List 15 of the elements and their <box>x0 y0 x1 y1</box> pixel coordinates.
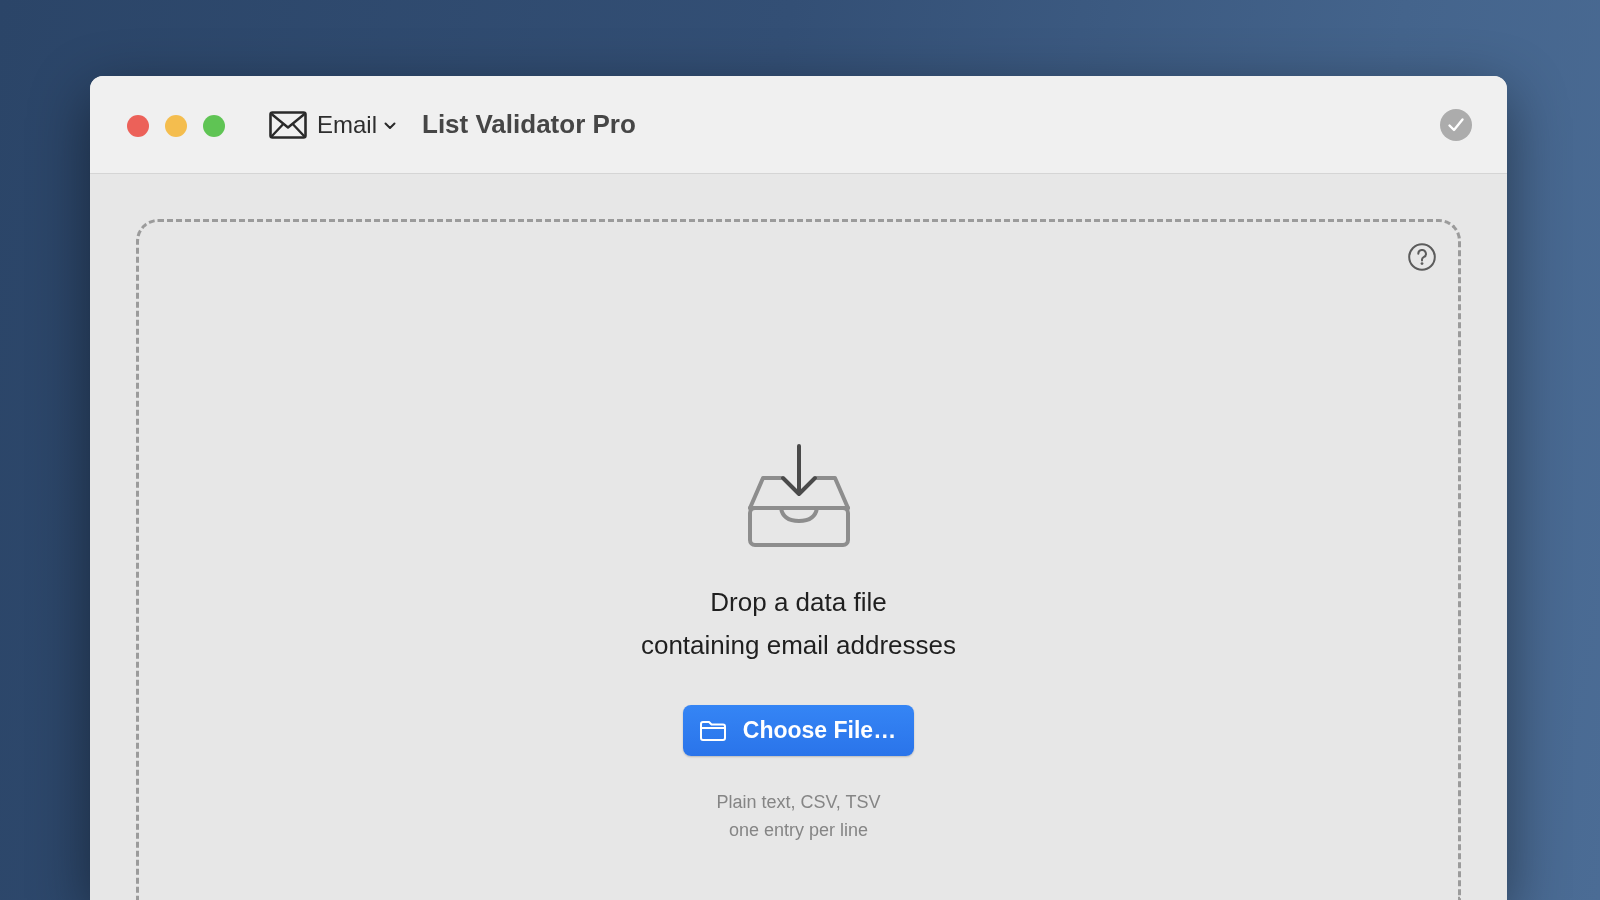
choose-file-button[interactable]: Choose File… <box>682 705 915 756</box>
checkmark-circle-icon[interactable] <box>1440 108 1472 141</box>
file-format-hint: Plain text, CSV, TSV one entry per line <box>716 791 881 842</box>
minimize-button[interactable] <box>165 114 187 137</box>
envelope-icon <box>269 110 307 139</box>
window-title: List Validator Pro <box>422 109 636 140</box>
drop-zone[interactable]: Drop a data file containing email addresses Choose File… Plain text, CSV, TSV one entry per line <box>136 219 1461 900</box>
inbox-download-icon <box>746 444 851 548</box>
mode-menu[interactable]: Email <box>269 110 396 139</box>
chevron-down-icon <box>384 121 396 130</box>
drop-instructions: Drop a data file containing email addresses <box>640 586 957 662</box>
close-button[interactable] <box>127 114 149 137</box>
folder-icon <box>698 719 727 742</box>
help-icon[interactable] <box>1408 243 1436 271</box>
zoom-button[interactable] <box>203 114 225 137</box>
